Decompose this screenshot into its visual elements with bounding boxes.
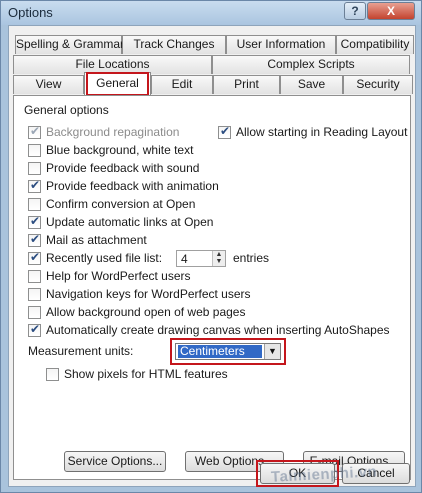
spin-arrows-icon[interactable]: ▲ ▼ [212,251,225,266]
checkbox[interactable] [28,232,41,247]
close-icon[interactable]: X [367,2,415,20]
option-label: Blue background, white text [46,143,194,157]
option-label: Allow background open of web pages [46,305,246,319]
dialog-title: Options [8,5,53,20]
recent-files-suffix: entries [233,251,270,265]
option-background-repagination[interactable]: Background repagination [28,124,179,140]
option-label: Show pixels for HTML features [64,367,228,381]
options-dialog: Options ? X Spelling & Grammar Track Cha… [0,0,422,493]
option-allow-reading-layout[interactable]: Allow starting in Reading Layout [218,124,407,140]
measurement-units-label: Measurement units: [28,344,134,358]
option-label: Provide feedback with animation [46,179,219,193]
option-label: Help for WordPerfect users [46,269,191,283]
option-update-links[interactable]: Update automatic links at Open [28,214,213,230]
checkbox[interactable] [28,143,41,157]
checkbox[interactable] [46,367,59,381]
tab-user-information[interactable]: User Information [226,35,336,54]
chevron-down-icon[interactable]: ▼ [264,344,280,359]
title-bar[interactable]: Options ? X [1,1,421,25]
tab-view[interactable]: View [13,75,84,94]
tab-general[interactable]: General [84,72,151,95]
option-mail-attachment[interactable]: Mail as attachment [28,232,147,248]
checkbox[interactable] [28,124,41,139]
option-nav-keys-wordperfect[interactable]: Navigation keys for WordPerfect users [28,286,251,302]
option-label: Update automatic links at Open [46,215,214,229]
checkbox[interactable] [28,305,41,319]
measurement-units-select[interactable]: Centimeters ▼ [175,343,281,360]
option-background-web-pages[interactable]: Allow background open of web pages [28,304,245,320]
checkbox[interactable] [28,250,41,265]
tab-print[interactable]: Print [213,75,280,94]
option-show-pixels[interactable]: Show pixels for HTML features [46,366,228,382]
checkbox[interactable] [28,178,41,193]
option-label: Provide feedback with sound [46,161,200,175]
option-label: Automatically create drawing canvas when… [46,323,390,337]
tab-edit[interactable]: Edit [151,75,213,94]
option-label: Background repagination [46,125,180,139]
recent-files-value: 4 [181,252,188,266]
option-label: Recently used file list: [46,251,163,265]
checkbox[interactable] [28,214,41,229]
recent-files-stepper[interactable]: 4 ▲ ▼ [176,250,226,267]
checkbox[interactable] [28,322,41,337]
general-options-panel: General options Background repagination … [13,95,411,480]
measurement-units-value: Centimeters [178,345,262,358]
tab-spelling-grammar[interactable]: Spelling & Grammar [15,35,124,54]
tab-track-changes[interactable]: Track Changes [122,35,226,54]
option-feedback-animation[interactable]: Provide feedback with animation [28,178,219,194]
option-label: Mail as attachment [46,233,147,247]
checkbox[interactable] [28,197,41,211]
dialog-client: Spelling & Grammar Track Changes User In… [8,25,416,487]
option-confirm-conversion[interactable]: Confirm conversion at Open [28,196,195,212]
option-label: Confirm conversion at Open [46,197,196,211]
option-drawing-canvas[interactable]: Automatically create drawing canvas when… [28,322,390,338]
tab-compatibility[interactable]: Compatibility [336,35,414,54]
tab-save[interactable]: Save [280,75,343,94]
tab-complex-scripts[interactable]: Complex Scripts [212,55,410,74]
checkbox[interactable] [218,124,231,139]
group-title: General options [24,103,109,117]
checkbox[interactable] [28,269,41,283]
option-label: Navigation keys for WordPerfect users [46,287,251,301]
tab-security[interactable]: Security [343,75,413,94]
option-feedback-sound[interactable]: Provide feedback with sound [28,160,199,176]
option-help-wordperfect[interactable]: Help for WordPerfect users [28,268,191,284]
checkbox[interactable] [28,287,41,301]
help-icon[interactable]: ? [344,2,366,20]
checkbox[interactable] [28,161,41,175]
service-options-button[interactable]: Service Options... [64,451,166,472]
option-blue-background[interactable]: Blue background, white text [28,142,193,158]
option-recent-files[interactable]: Recently used file list: [28,250,162,266]
option-label: Allow starting in Reading Layout [236,125,408,139]
